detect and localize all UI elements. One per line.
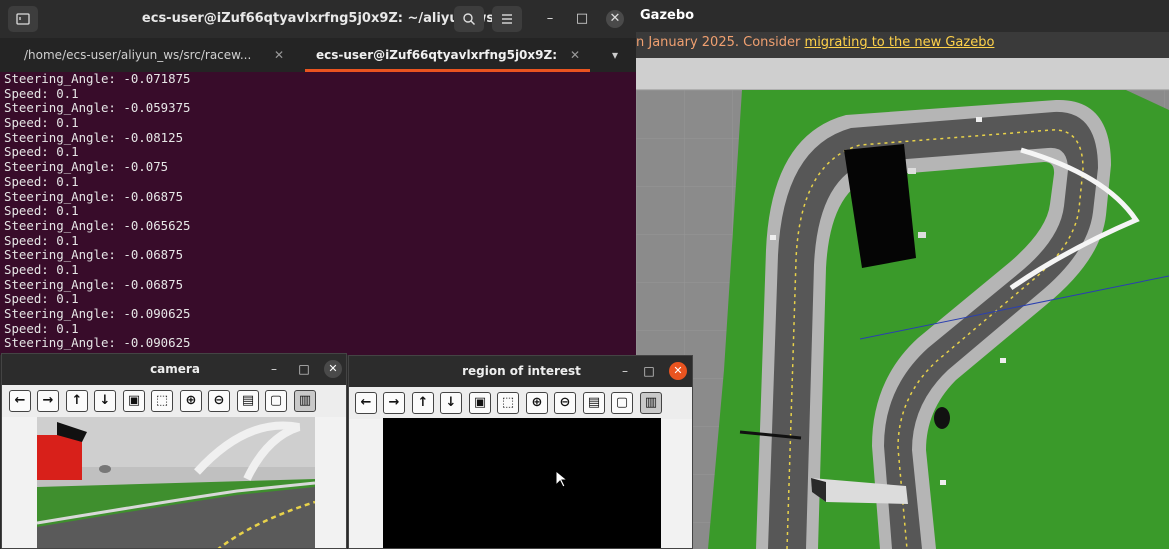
track-marker (976, 117, 982, 122)
terminal-line: Steering_Angle: -0.06875 (4, 276, 184, 292)
terminal-tab-bar: /home/ecs-user/aliyun_ws/src/racew... ✕ … (0, 38, 636, 72)
terminal-line: Speed: 0.1 (4, 232, 79, 248)
copy-button[interactable]: ▢ (611, 392, 633, 414)
back-button[interactable]: ← (355, 392, 377, 414)
minimize-button[interactable]: – (617, 363, 633, 379)
terminal-line: Steering_Angle: -0.08125 (4, 129, 184, 145)
terminal-header: ecs-user@iZuf66qtyavlxrfng5j0x9Z: ~/aliy… (0, 0, 636, 38)
car-model (934, 407, 950, 429)
copy-button[interactable]: ▢ (265, 390, 287, 412)
camera-window: camera – □ ✕ ← → ↑ ↓ ▣ ⬚ ⊕ ⊖ ▤ ▢ ▥ (1, 353, 347, 549)
roi-toolbar: ← → ↑ ↓ ▣ ⬚ ⊕ ⊖ ▤ ▢ ▥ (349, 387, 692, 419)
white-object (918, 232, 926, 238)
zoom-in-button[interactable]: ⊕ (526, 392, 548, 414)
tab-close-icon[interactable]: ✕ (274, 38, 284, 72)
down-button[interactable]: ↓ (94, 390, 116, 412)
tab-raceworld[interactable]: /home/ecs-user/aliyun_ws/src/racew... (24, 38, 264, 72)
terminal-line: Speed: 0.1 (4, 291, 79, 307)
desktop: Gazebo n January 2025. Consider migratin… (0, 0, 1169, 549)
properties-button[interactable]: ▥ (640, 392, 662, 414)
close-button[interactable]: ✕ (606, 10, 624, 28)
tab-menu-icon[interactable]: ▾ (612, 38, 618, 72)
camera-image (37, 417, 315, 548)
tab-active-shell[interactable]: ecs-user@iZuf66qtyavlxrfng5j0x9Z: ~... (316, 38, 556, 72)
track-marker (1000, 358, 1006, 363)
terminal-line: Speed: 0.1 (4, 85, 79, 101)
migration-link[interactable]: migrating to the new Gazebo (805, 35, 995, 50)
track-marker (940, 480, 946, 485)
terminal-line: Steering_Angle: -0.090625 (4, 306, 191, 321)
terminal-line: Speed: 0.1 (4, 173, 79, 189)
maximize-button[interactable]: □ (641, 363, 657, 379)
save-button[interactable]: ▤ (237, 390, 259, 412)
terminal-line: Steering_Angle: -0.06875 (4, 188, 184, 204)
terminal-line: Speed: 0.1 (4, 320, 79, 336)
roi-image[interactable] (383, 418, 661, 548)
up-button[interactable]: ↑ (66, 390, 88, 412)
deprecation-banner: n January 2025. Consider migrating to th… (636, 32, 1169, 58)
terminal-line: Speed: 0.1 (4, 261, 79, 277)
minimize-button[interactable]: – (266, 361, 282, 377)
terminal-output[interactable]: Steering_Angle: -0.071875 Speed: 0.1 Ste… (0, 72, 636, 355)
roi-window: region of interest – □ ✕ ← → ↑ ↓ ▣ ⬚ ⊕ ⊖… (348, 355, 693, 549)
down-button[interactable]: ↓ (440, 392, 462, 414)
terminal-line: Steering_Angle: -0.090625 (4, 335, 191, 351)
forward-button[interactable]: → (383, 392, 405, 414)
maximize-button[interactable]: □ (296, 361, 312, 377)
zoom-rect-button[interactable]: ⬚ (497, 392, 519, 414)
zoom-out-button[interactable]: ⊖ (208, 390, 230, 412)
zoom-rect-button[interactable]: ⬚ (151, 390, 173, 412)
fit-button[interactable]: ▣ (123, 390, 145, 412)
terminal-line: Steering_Angle: -0.075 (4, 159, 169, 175)
menu-icon[interactable] (492, 6, 522, 32)
track-marker (770, 235, 776, 240)
gazebo-toolbar (636, 58, 1169, 90)
zoom-in-button[interactable]: ⊕ (180, 390, 202, 412)
maximize-button[interactable]: □ (573, 10, 591, 28)
zoom-out-button[interactable]: ⊖ (554, 392, 576, 414)
properties-button[interactable]: ▥ (294, 390, 316, 412)
terminal-line: Speed: 0.1 (4, 144, 79, 160)
terminal-window: ecs-user@iZuf66qtyavlxrfng5j0x9Z: ~/aliy… (0, 0, 636, 355)
up-button[interactable]: ↑ (412, 392, 434, 414)
banner-text: n January 2025. Consider (636, 35, 805, 50)
save-button[interactable]: ▤ (583, 392, 605, 414)
close-button[interactable]: ✕ (669, 362, 687, 380)
fit-button[interactable]: ▣ (469, 392, 491, 414)
terminal-line: Steering_Angle: -0.059375 (4, 100, 191, 116)
gazebo-title: Gazebo (636, 0, 1169, 32)
white-object (908, 168, 916, 174)
terminal-line: Steering_Angle: -0.06875 (4, 247, 184, 263)
mouse-cursor-icon (555, 470, 569, 488)
terminal-line: Steering_Angle: -0.071875 (4, 72, 191, 86)
terminal-line: Speed: 0.1 (4, 115, 79, 131)
close-button[interactable]: ✕ (324, 360, 342, 378)
terminal-icon[interactable] (8, 6, 38, 32)
minimize-button[interactable]: – (541, 10, 559, 28)
red-building (37, 435, 82, 480)
gazebo-window: Gazebo n January 2025. Consider migratin… (636, 0, 1169, 549)
tab-close-icon[interactable]: ✕ (570, 38, 580, 72)
forward-button[interactable]: → (37, 390, 59, 412)
gazebo-3d-scene[interactable] (636, 90, 1169, 549)
roadside-object (99, 465, 111, 473)
camera-toolbar: ← → ↑ ↓ ▣ ⬚ ⊕ ⊖ ▤ ▢ ▥ (2, 385, 346, 417)
terminal-line: Steering_Angle: -0.065625 (4, 217, 191, 233)
terminal-line: Speed: 0.1 (4, 203, 79, 219)
search-icon[interactable] (454, 6, 484, 32)
back-button[interactable]: ← (9, 390, 31, 412)
